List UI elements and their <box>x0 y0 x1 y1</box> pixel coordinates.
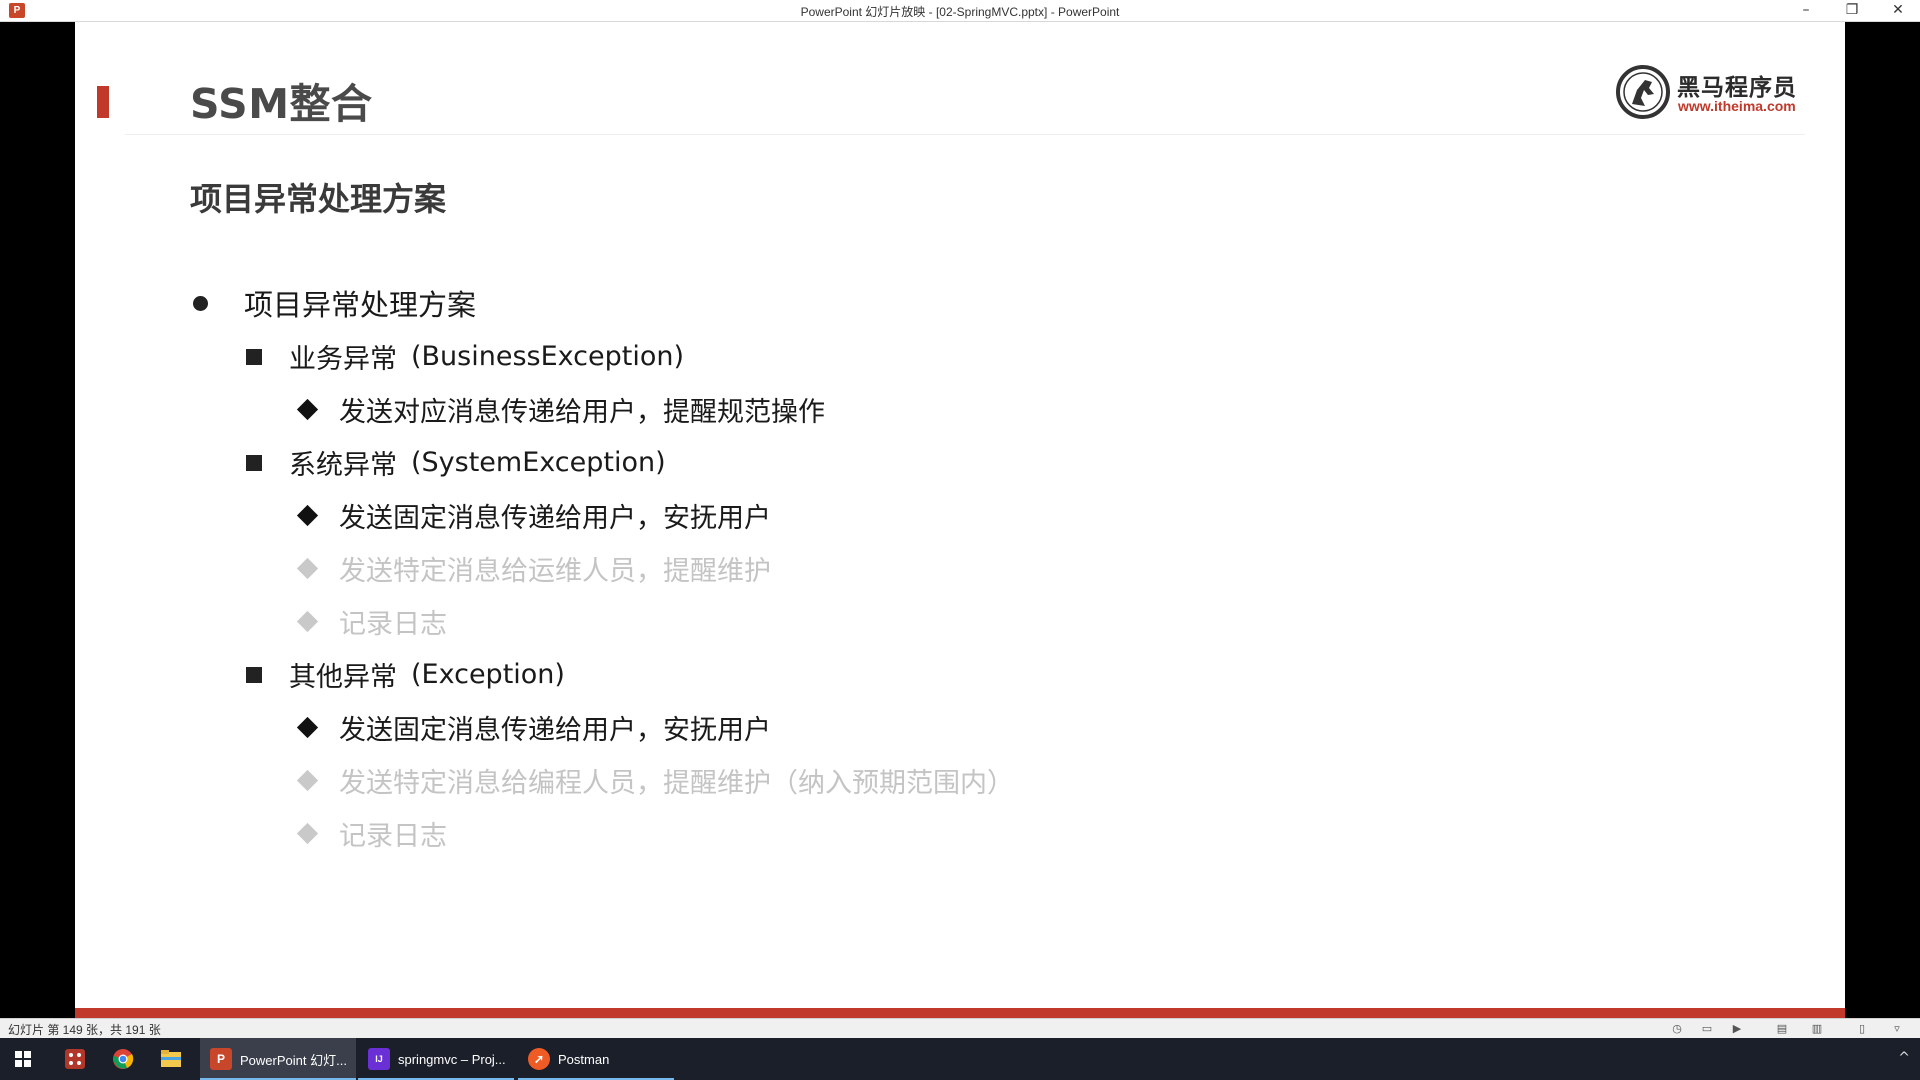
title-accent-bar <box>97 86 109 118</box>
bullet-square-icon <box>246 454 262 471</box>
list-item-text: 记录日志 <box>339 821 447 852</box>
app-grid-icon[interactable] <box>54 1038 96 1080</box>
exception-category-other: 其他异常 (Exception) <box>246 655 565 694</box>
slide-sorter-icon[interactable]: ▭ <box>1700 1022 1714 1035</box>
window-title: PowerPoint 幻灯片放映 - [02-SpringMVC.pptx] -… <box>800 5 1120 19</box>
restore-button[interactable]: ❐ <box>1832 0 1872 22</box>
minimize-button[interactable]: – <box>1786 0 1826 22</box>
bullet-square-icon <box>246 666 262 683</box>
list-item-faded: 记录日志 <box>295 814 447 853</box>
list-item-text: 发送对应消息传递给用户，提醒规范操作 <box>339 397 825 428</box>
bullet-diamond-icon <box>296 822 319 845</box>
list-item-text: 发送固定消息传递给用户，安抚用户 <box>339 715 771 746</box>
play-icon[interactable]: ▶ <box>1730 1022 1744 1035</box>
windows-start-icon[interactable] <box>0 1038 46 1080</box>
reading-view-icon[interactable]: ▤ <box>1775 1022 1789 1035</box>
list-item-faded: 记录日志 <box>295 602 447 641</box>
slide-title: SSM整合 <box>190 80 373 128</box>
category-code: (SystemException) <box>411 447 666 478</box>
logo-brand-text: 黑马程序员 <box>1677 75 1797 101</box>
bullet-level1: 项目异常处理方案 <box>193 282 476 324</box>
bullet-diamond-icon <box>296 769 319 792</box>
file-explorer-icon[interactable] <box>150 1038 192 1080</box>
list-item: 发送对应消息传递给用户，提醒规范操作 <box>295 390 825 429</box>
task-label: Postman <box>558 1051 610 1067</box>
list-item-text: 发送特定消息给运维人员，提醒维护 <box>339 556 771 587</box>
category-label: 其他异常 <box>289 662 397 693</box>
bullet-diamond-icon <box>296 504 319 527</box>
slide-footer-bar <box>75 1008 1845 1018</box>
bullet-diamond-icon <box>296 398 319 421</box>
slide-subtitle: 项目异常处理方案 <box>190 180 447 218</box>
horse-logo-icon <box>1616 65 1670 119</box>
tray-chevron-icon[interactable]: ^ <box>1898 1050 1910 1066</box>
bullet-dot-icon <box>193 295 208 311</box>
bullet-diamond-icon <box>296 557 319 580</box>
slide-count: 幻灯片 第 149 张，共 191 张 <box>8 1023 161 1037</box>
task-label: springmvc – Proj... <box>398 1051 506 1067</box>
category-label: 业务异常 <box>289 344 397 375</box>
task-label: PowerPoint 幻灯... <box>240 1052 347 1068</box>
status-bar: 幻灯片 第 149 张，共 191 张 ◷ ▭ ▶ ▤ ▥ ▯ ▿ <box>0 1018 1920 1038</box>
previous-view-icon[interactable]: ◷ <box>1670 1022 1684 1035</box>
category-code: (BusinessException) <box>411 341 685 372</box>
category-label: 系统异常 <box>289 450 397 481</box>
exception-category-business: 业务异常 (BusinessException) <box>246 337 684 376</box>
close-button[interactable]: ✕ <box>1878 0 1918 22</box>
window-title-bar[interactable]: P PowerPoint 幻灯片放映 - [02-SpringMVC.pptx]… <box>0 0 1920 22</box>
list-item-faded: 发送特定消息给编程人员，提醒维护（纳入预期范围内） <box>295 761 1014 800</box>
list-item: 发送固定消息传递给用户，安抚用户 <box>295 496 771 535</box>
postman-icon: ➚ <box>528 1048 550 1070</box>
slide[interactable]: SSM整合 黑马程序员 www.itheima.com 项目异常处理方案 项目异… <box>75 22 1845 1018</box>
logo-url-text: www.itheima.com <box>1678 98 1796 114</box>
intellij-icon: IJ <box>368 1048 390 1070</box>
powerpoint-icon: P <box>210 1048 232 1070</box>
bullet-diamond-icon <box>296 716 319 739</box>
list-item-faded: 发送特定消息给运维人员，提醒维护 <box>295 549 771 588</box>
list-item-text: 记录日志 <box>339 609 447 640</box>
comment-icon[interactable]: ▿ <box>1890 1022 1904 1035</box>
header-divider <box>125 134 1805 135</box>
bullet-diamond-icon <box>296 610 319 633</box>
taskbar-postman[interactable]: ➚ Postman <box>518 1038 674 1080</box>
list-item-text: 发送固定消息传递给用户，安抚用户 <box>339 503 771 534</box>
exception-category-system: 系统异常 (SystemException) <box>246 443 666 482</box>
itheima-logo: 黑马程序员 www.itheima.com <box>1615 64 1805 122</box>
bullet-text: 项目异常处理方案 <box>244 288 477 322</box>
taskbar-intellij[interactable]: IJ springmvc – Proj... <box>358 1038 514 1080</box>
taskbar-powerpoint[interactable]: P PowerPoint 幻灯... <box>200 1038 356 1080</box>
list-item-text: 发送特定消息给编程人员，提醒维护（纳入预期范围内） <box>339 768 1014 799</box>
windows-taskbar: P PowerPoint 幻灯... IJ springmvc – Proj..… <box>0 1038 1920 1080</box>
chrome-icon[interactable] <box>102 1038 144 1080</box>
list-item: 发送固定消息传递给用户，安抚用户 <box>295 708 771 747</box>
bullet-square-icon <box>246 348 262 365</box>
windows-logo-icon <box>15 1051 31 1067</box>
category-code: (Exception) <box>411 659 565 690</box>
notes-icon[interactable]: ▥ <box>1810 1022 1824 1035</box>
book-icon[interactable]: ▯ <box>1855 1022 1869 1035</box>
